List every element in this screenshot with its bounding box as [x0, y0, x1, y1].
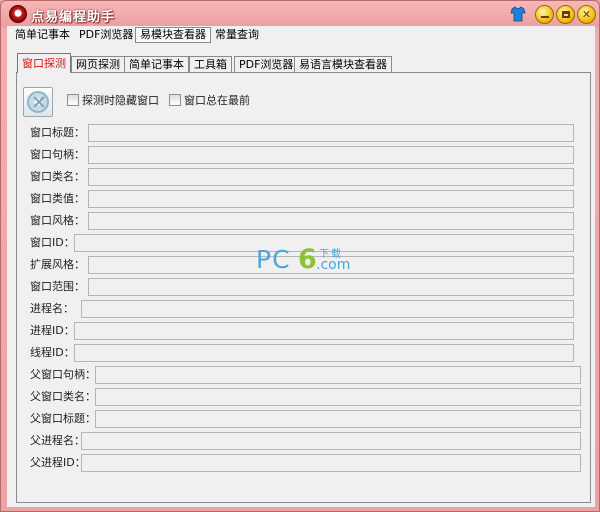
tab-pdf-browser[interactable]: PDF浏览器 — [234, 56, 299, 72]
always-on-top-checkbox[interactable]: 窗口总在最前 — [169, 93, 250, 107]
app-window: 点易编程助手 ✕ 简单记事本 PDF浏览器 易模块查看器 常量查询 窗口探测 网… — [0, 0, 600, 512]
process-name-label: 进程名： — [30, 302, 74, 315]
menu-pdf-browser[interactable]: PDF浏览器 — [75, 27, 137, 43]
parent-class-label: 父窗口类名： — [30, 390, 96, 403]
hide-on-probe-checkbox[interactable]: 探测时隐藏窗口 — [67, 93, 159, 107]
window-title: 点易编程助手 — [31, 10, 116, 25]
thread-id-label: 线程ID： — [30, 346, 75, 359]
menu-simple-notepad[interactable]: 简单记事本 — [11, 27, 74, 43]
window-title-label: 窗口标题： — [30, 126, 85, 139]
close-icon: ✕ — [581, 8, 592, 21]
window-handle-label: 窗口句柄： — [30, 148, 85, 161]
checkbox-box[interactable] — [67, 94, 79, 106]
process-id-label: 进程ID： — [30, 324, 75, 337]
process-name-field[interactable] — [81, 300, 574, 318]
minimize-icon — [540, 15, 549, 18]
window-rect-field[interactable] — [88, 278, 574, 296]
app-logo-icon — [9, 5, 27, 23]
parent-handle-label: 父窗口句柄： — [30, 368, 96, 381]
window-class-label: 窗口类名： — [30, 170, 85, 183]
menu-module-viewer[interactable]: 易模块查看器 — [135, 27, 211, 43]
title-bar[interactable]: 点易编程助手 ✕ — [1, 1, 599, 27]
menu-bar: 简单记事本 PDF浏览器 易模块查看器 常量查询 — [7, 26, 595, 44]
window-title-field[interactable] — [88, 124, 574, 142]
window-handle-field[interactable] — [88, 146, 574, 164]
window-style-label: 窗口风格： — [30, 214, 85, 227]
parent-class-field[interactable] — [95, 388, 581, 406]
parent-title-field[interactable] — [95, 410, 581, 428]
parent-handle-field[interactable] — [95, 366, 581, 384]
tab-toolbox[interactable]: 工具箱 — [189, 56, 232, 72]
maximize-button[interactable] — [556, 5, 575, 24]
window-finder-icon[interactable] — [23, 87, 53, 117]
thread-id-field[interactable] — [74, 344, 574, 362]
tab-window-probe[interactable]: 窗口探测 — [17, 53, 71, 73]
ext-style-label: 扩展风格： — [30, 258, 85, 271]
watermark-six: 6 — [298, 244, 317, 275]
watermark-com: .com — [316, 257, 351, 273]
close-button[interactable]: ✕ — [577, 5, 596, 24]
parent-process-name-label: 父进程名： — [30, 434, 85, 447]
process-id-field[interactable] — [74, 322, 574, 340]
always-on-top-label: 窗口总在最前 — [184, 94, 250, 107]
window-rect-label: 窗口范围： — [30, 280, 85, 293]
parent-process-id-label: 父进程ID： — [30, 456, 86, 469]
parent-title-label: 父窗口标题： — [30, 412, 96, 425]
tab-simple-notepad[interactable]: 简单记事本 — [124, 56, 189, 72]
parent-process-id-field[interactable] — [81, 454, 581, 472]
window-class-value-field[interactable] — [88, 190, 574, 208]
watermark-pc: PC — [256, 245, 291, 274]
tab-web-probe[interactable]: 网页探测 — [71, 56, 125, 72]
window-class-field[interactable] — [88, 168, 574, 186]
checkbox-box[interactable] — [169, 94, 181, 106]
skin-icon[interactable] — [510, 6, 526, 22]
parent-process-name-field[interactable] — [81, 432, 581, 450]
window-class-value-label: 窗口类值： — [30, 192, 85, 205]
menu-constant-query[interactable]: 常量查询 — [211, 27, 263, 43]
hide-on-probe-label: 探测时隐藏窗口 — [82, 94, 159, 107]
window-id-label: 窗口ID： — [30, 236, 75, 249]
minimize-button[interactable] — [535, 5, 554, 24]
window-style-field[interactable] — [88, 212, 574, 230]
tab-ey-module-viewer[interactable]: 易语言模块查看器 — [294, 56, 392, 72]
maximize-icon — [561, 11, 570, 18]
